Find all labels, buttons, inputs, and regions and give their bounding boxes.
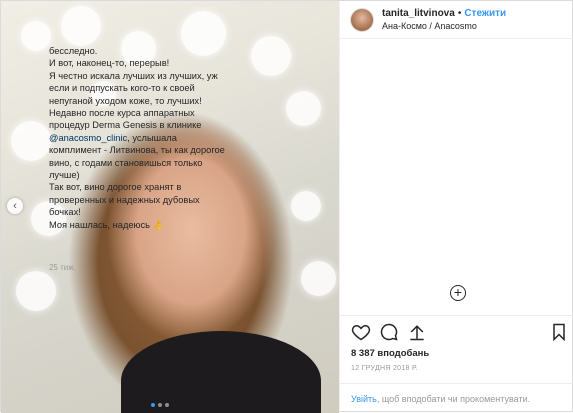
carousel-dot: [151, 403, 155, 407]
chevron-left-icon[interactable]: ‹: [7, 198, 23, 214]
bookmark-icon[interactable]: [549, 322, 569, 342]
caption-line: Моя нашлась, надеюсь 👌: [49, 219, 165, 230]
share-icon[interactable]: [407, 322, 427, 342]
caption-line: бесследно.: [49, 46, 98, 56]
post-caption: бесследно. И вот, наконец-то, перерыв! Я…: [49, 45, 229, 231]
post-header: tanita_litvinova • Стежити Ана-Космо / Ana…: [340, 1, 573, 39]
carousel-indicator: [151, 403, 169, 407]
follow-button[interactable]: Стежити: [464, 8, 506, 19]
likes-count[interactable]: 8 387 вподобань: [351, 348, 429, 359]
caption-line: И вот, наконец-то, перерыв!: [49, 58, 170, 69]
carousel-dot: [158, 403, 162, 407]
comment-prompt-text: , щоб вподобати чи прокоментувати.: [376, 394, 531, 404]
separator: •: [457, 7, 462, 19]
location[interactable]: Ана-Космо / Anacosmo: [382, 20, 506, 32]
caption-line: Так вот, вино дорогое хранят в проверенн…: [49, 182, 200, 218]
login-link[interactable]: Увійть: [351, 394, 377, 404]
avatar[interactable]: [350, 7, 374, 32]
heart-icon[interactable]: [351, 322, 371, 342]
action-bar: [339, 315, 573, 349]
caption-line: Недавно после курса аппаратных процедур …: [49, 108, 225, 181]
time-ago[interactable]: 25 тиж.: [49, 263, 76, 272]
post-date: 12 ГРУДНЯ 2018 Р.: [351, 365, 418, 372]
plus-circle-icon[interactable]: +: [450, 285, 466, 301]
username[interactable]: tanita_litvinova: [382, 8, 455, 19]
mention-link[interactable]: @anacosmo_clinic: [49, 133, 127, 143]
comment-icon[interactable]: [379, 322, 399, 342]
carousel-dot: [165, 403, 169, 407]
caption-line: Я честно искала лучших из лучших, уж есл…: [49, 70, 218, 106]
comment-prompt: Увійть, щоб вподобати чи прокоментувати.: [339, 383, 573, 413]
instagram-post: ‹ tanita_litvinova • Стежити Ана-Космо / A…: [0, 0, 573, 413]
